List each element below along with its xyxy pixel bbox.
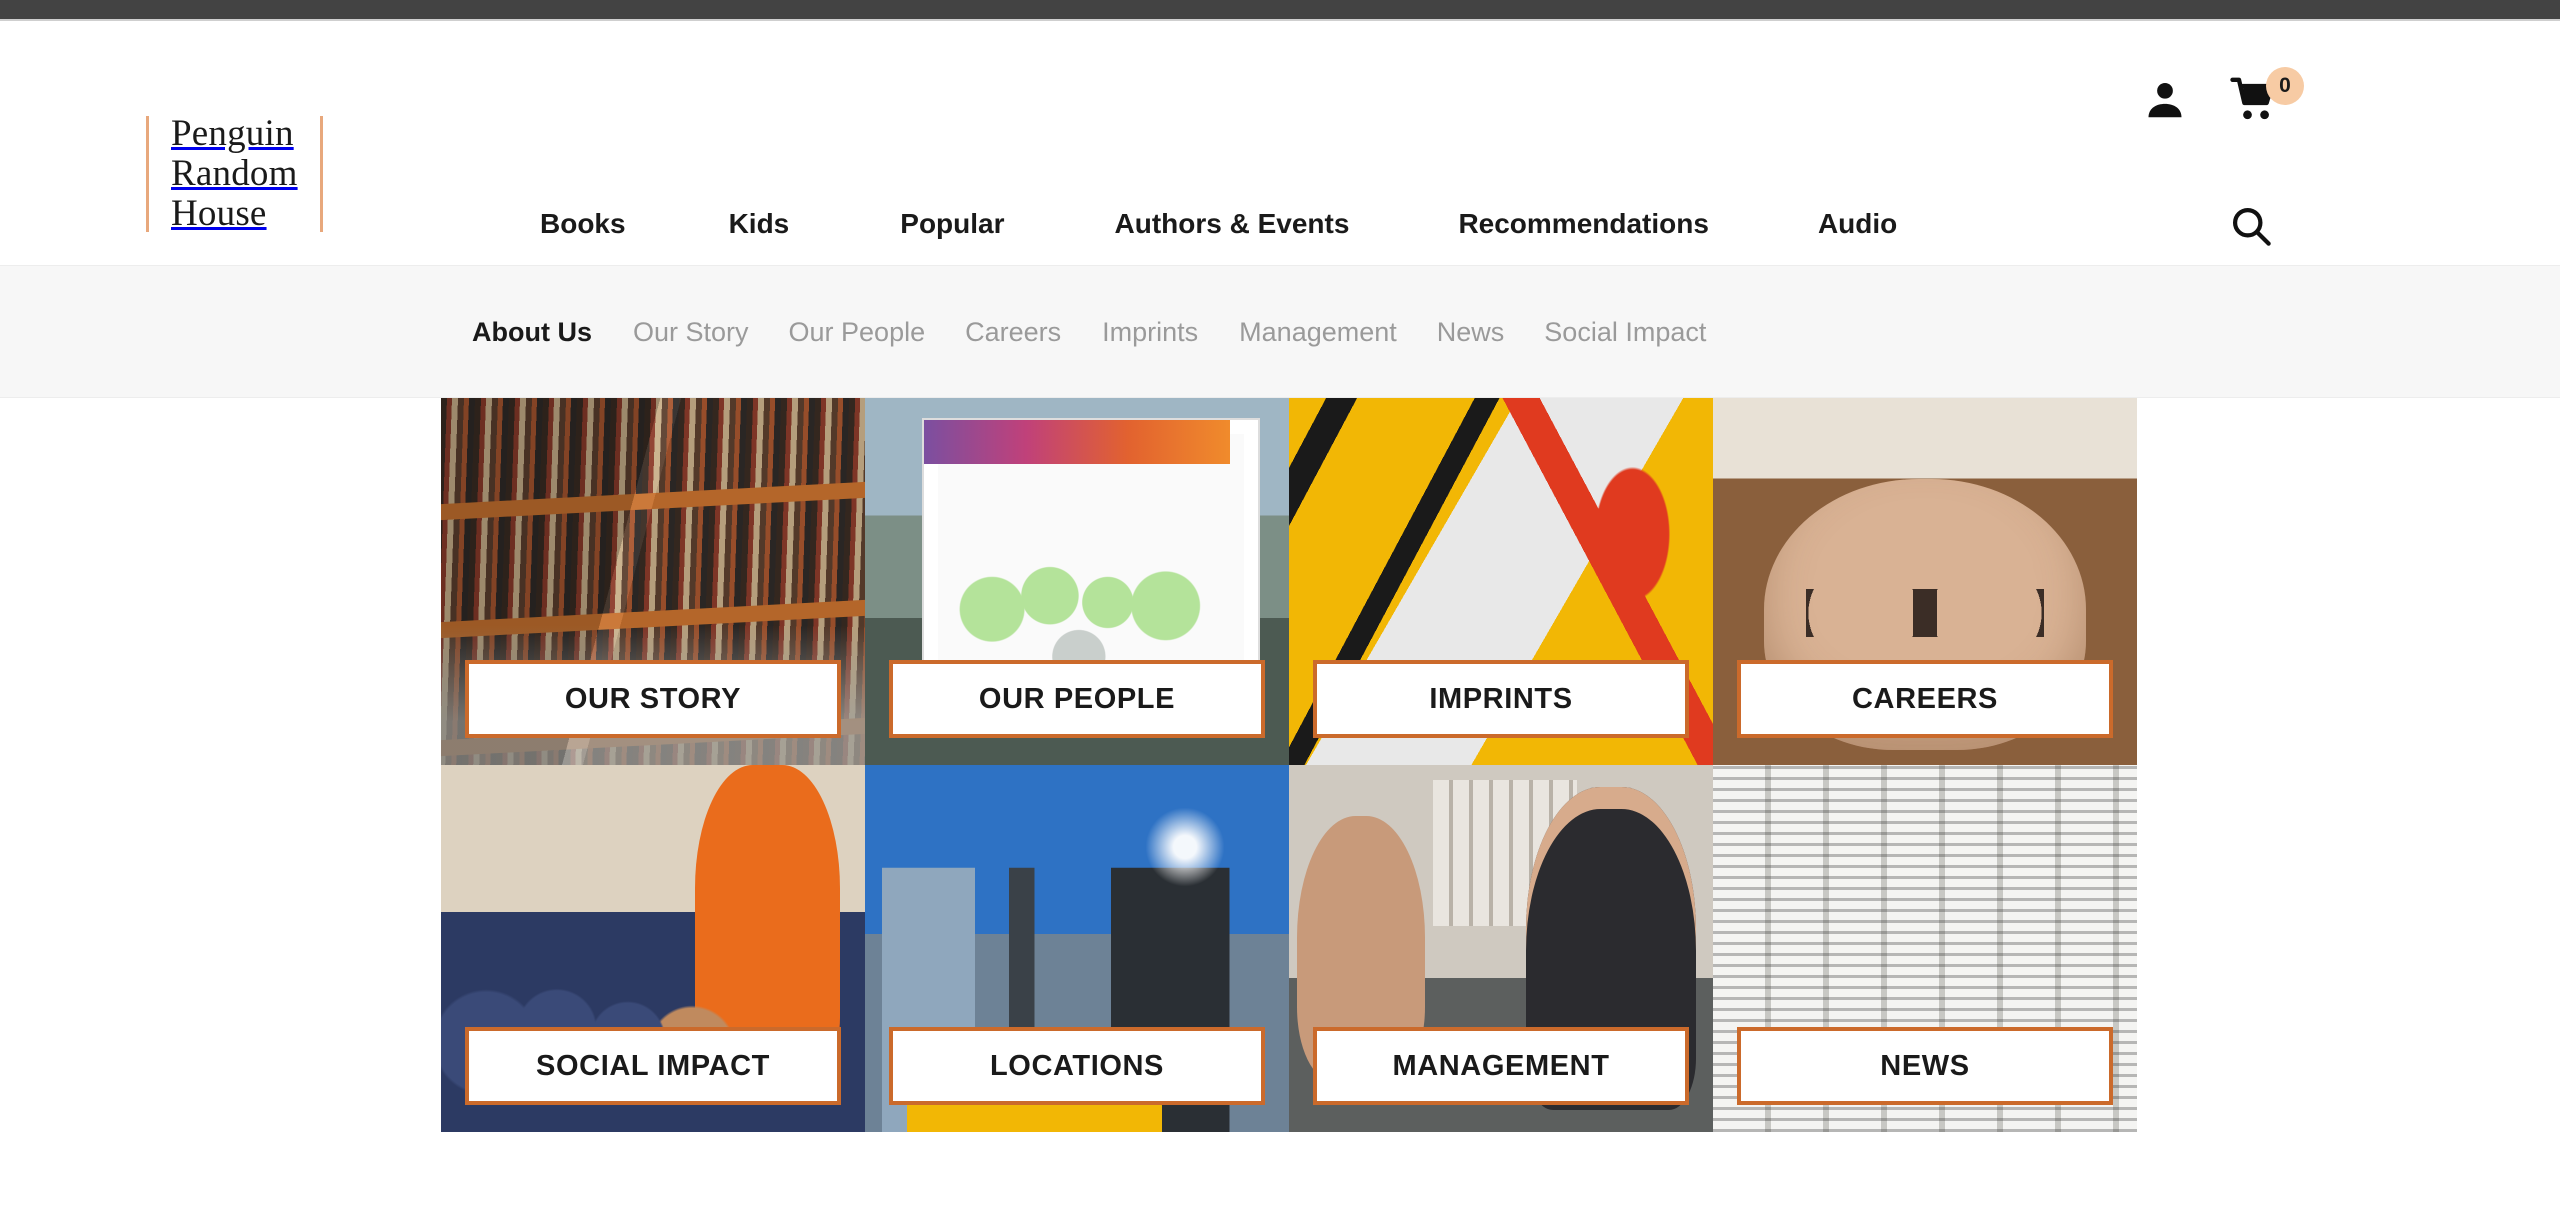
tile-label-social-impact: SOCIAL IMPACT: [465, 1027, 841, 1105]
nav-item-recommendations[interactable]: Recommendations: [1458, 202, 1709, 246]
tile-label-text: OUR PEOPLE: [978, 682, 1176, 715]
nav-item-audio[interactable]: Audio: [1818, 202, 1897, 246]
logo-wordmark: Penguin Random House: [149, 113, 320, 234]
tile-label-text: IMPRINTS: [1429, 682, 1573, 715]
logo-line-2: Random: [171, 153, 298, 194]
tile-label-text: NEWS: [1880, 1049, 1970, 1082]
tile-label-careers: CAREERS: [1737, 660, 2113, 738]
subnav-item-news[interactable]: News: [1437, 317, 1505, 348]
logo-line-3: House: [171, 193, 267, 234]
shopping-cart-icon[interactable]: 0: [2230, 67, 2304, 135]
subnav-item-our-story[interactable]: Our Story: [633, 317, 749, 348]
section-navigation: About Us Our Story Our People Careers Im…: [0, 265, 2560, 398]
tile-imprints[interactable]: IMPRINTS: [1289, 398, 1713, 765]
tile-label-text: SOCIAL IMPACT: [536, 1049, 770, 1082]
top-utility-bar: [0, 0, 2560, 19]
site-header: Penguin Random House Books Kids Popular …: [0, 21, 2560, 265]
tile-label-text: MANAGEMENT: [1392, 1049, 1610, 1082]
tile-social-impact[interactable]: SOCIAL IMPACT: [441, 765, 865, 1132]
tile-label-news: NEWS: [1737, 1027, 2113, 1105]
tile-management[interactable]: MANAGEMENT: [1289, 765, 1713, 1132]
subnav-item-our-people[interactable]: Our People: [789, 317, 926, 348]
tile-label-text: OUR STORY: [564, 682, 742, 715]
logo-rule-right: [319, 116, 323, 232]
primary-navigation: Books Kids Popular Authors & Events Reco…: [540, 202, 1897, 246]
tile-label-management: MANAGEMENT: [1313, 1027, 1689, 1105]
tile-news[interactable]: NEWS: [1713, 765, 2137, 1132]
nav-item-popular[interactable]: Popular: [900, 202, 1004, 246]
tile-our-story[interactable]: OUR STORY: [441, 398, 865, 765]
tile-label-imprints: IMPRINTS: [1313, 660, 1689, 738]
about-us-tile-grid: OUR STORY OUR PEOPLE IMPRINTS CAREERS SO: [441, 398, 2137, 1215]
tile-label-our-story: OUR STORY: [465, 660, 841, 738]
logo-line-1: Penguin: [171, 113, 294, 154]
tile-label-text: LOCATIONS: [989, 1049, 1165, 1082]
tile-grid-rows: OUR STORY OUR PEOPLE IMPRINTS CAREERS SO: [441, 398, 2137, 1132]
search-icon[interactable]: [2228, 203, 2274, 249]
nav-item-books[interactable]: Books: [540, 202, 626, 246]
section-navigation-items: About Us Our Story Our People Careers Im…: [472, 266, 1706, 399]
subnav-item-imprints[interactable]: Imprints: [1102, 317, 1198, 348]
subnav-item-social-impact[interactable]: Social Impact: [1544, 317, 1706, 348]
tile-label-locations: LOCATIONS: [889, 1027, 1265, 1105]
nav-item-kids[interactable]: Kids: [729, 202, 790, 246]
cart-count-badge: 0: [2266, 67, 2304, 105]
subnav-item-about-us[interactable]: About Us: [472, 317, 592, 348]
tile-label-our-people: OUR PEOPLE: [889, 660, 1265, 738]
header-icon-group: 0: [2140, 21, 2560, 265]
tile-locations[interactable]: LOCATIONS: [865, 765, 1289, 1132]
tile-our-people[interactable]: OUR PEOPLE: [865, 398, 1289, 765]
tile-careers[interactable]: CAREERS: [1713, 398, 2137, 765]
nav-item-authors-events[interactable]: Authors & Events: [1115, 202, 1350, 246]
subnav-item-management[interactable]: Management: [1239, 317, 1397, 348]
site-logo[interactable]: Penguin Random House: [146, 113, 323, 234]
person-icon[interactable]: [2142, 77, 2188, 123]
tile-label-text: CAREERS: [1852, 682, 1998, 715]
subnav-item-careers[interactable]: Careers: [965, 317, 1061, 348]
